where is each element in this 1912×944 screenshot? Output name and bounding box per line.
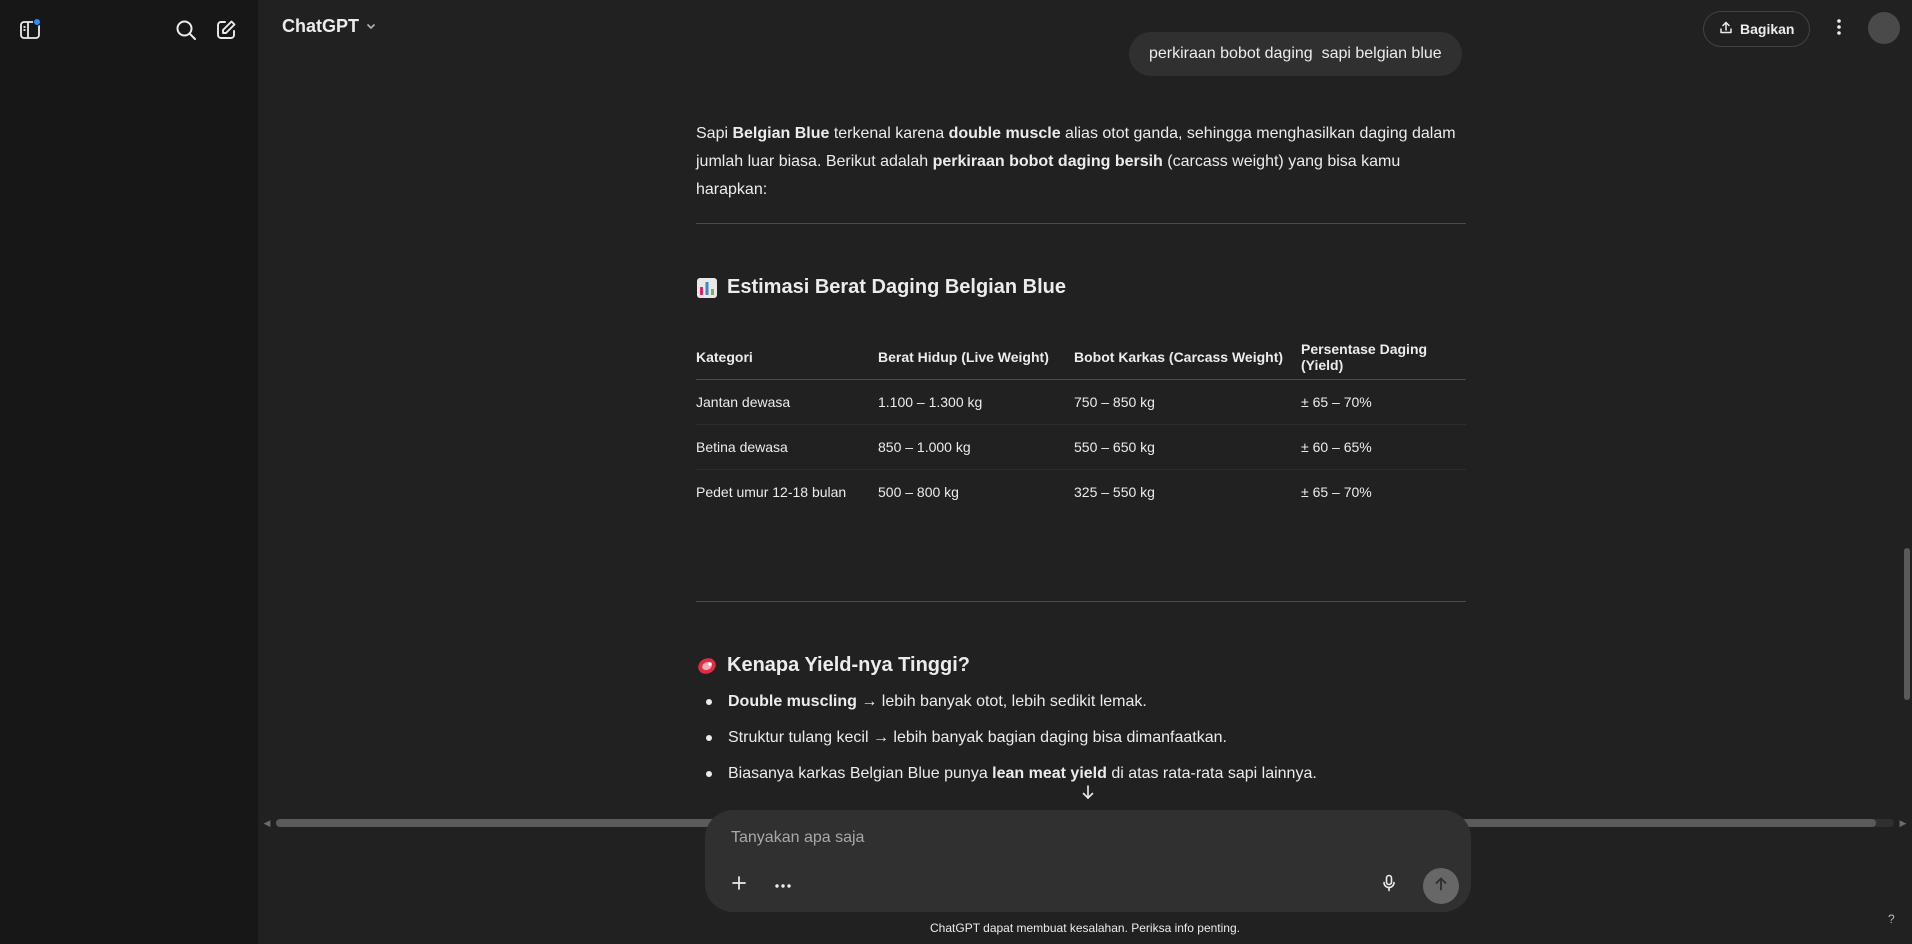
model-selector[interactable]: ChatGPT	[282, 16, 377, 37]
more-horizontal-icon	[774, 876, 792, 894]
share-label: Bagikan	[1740, 21, 1795, 37]
column-header: Bobot Karkas (Carcass Weight)	[1074, 335, 1301, 380]
disclaimer-text: ChatGPT dapat membuat kesalahan. Periksa…	[930, 921, 1240, 935]
top-header: ChatGPT Bagikan	[258, 0, 1912, 56]
table-cell: 500 – 800 kg	[878, 483, 959, 500]
table-cell: Betina dewasa	[696, 424, 878, 470]
yield-reasons-list: Double muscling → lebih banyak otot, leb…	[696, 688, 1466, 796]
table-cell: Jantan dewasa	[696, 379, 878, 425]
list-item: Struktur tulang kecil → lebih banyak bag…	[696, 724, 1466, 760]
tools-button[interactable]	[767, 869, 799, 901]
intro-bold: Belgian Blue	[732, 125, 830, 142]
prompt-input[interactable]	[731, 824, 1431, 852]
column-header: Persentase Daging (Yield)	[1301, 335, 1466, 380]
chatgpt-app: ChatGPT Bagikan perkiraan bobot daging s…	[0, 0, 1912, 944]
table-cell: Pedet umur 12-18 bulan	[696, 483, 847, 500]
bar-chart-emoji-icon	[696, 277, 718, 299]
sidebar-toggle-button[interactable]	[14, 14, 46, 46]
table-row: Betina dewasa 850 – 1.000 kg 550 – 650 k…	[696, 424, 1466, 470]
table-cell: ± 60 – 65%	[1301, 424, 1466, 470]
add-attachment-button[interactable]	[723, 869, 755, 901]
notification-dot	[33, 18, 41, 26]
search-icon	[175, 19, 197, 41]
scroll-left-arrow-icon[interactable]: ◀	[262, 818, 272, 828]
reason-bold: lean meat yield	[992, 765, 1107, 782]
new-chat-icon	[215, 19, 237, 41]
arrow-up-icon	[1433, 876, 1449, 897]
table-cell: 325 – 550 kg	[1074, 483, 1155, 500]
chevron-down-icon	[365, 16, 377, 37]
table-cell: ± 65 – 70%	[1301, 483, 1372, 500]
more-vertical-icon	[1836, 18, 1842, 41]
intro-bold: double muscle	[948, 125, 1061, 142]
assistant-intro-paragraph: Sapi Belgian Blue terkenal karena double…	[696, 120, 1466, 204]
intro-bold: perkiraan bobot daging bersih	[932, 153, 1163, 170]
list-item: Double muscling → lebih banyak otot, leb…	[696, 688, 1466, 724]
model-name: ChatGPT	[282, 16, 360, 36]
microphone-icon	[1382, 874, 1396, 897]
weight-estimate-table: Kategori Berat Hidup (Live Weight) Bobot…	[696, 335, 1466, 514]
scroll-right-arrow-icon[interactable]: ▶	[1898, 818, 1908, 828]
table-cell: 750 – 850 kg	[1074, 379, 1301, 425]
column-header: Berat Hidup (Live Weight)	[878, 335, 1074, 380]
table-cell: ± 65 – 70%	[1301, 379, 1466, 425]
sidebar	[0, 0, 258, 944]
table-cell: 850 – 1.000 kg	[878, 424, 1074, 470]
conversation-options-button[interactable]	[1824, 14, 1854, 44]
plus-icon	[731, 875, 747, 896]
user-message-bubble: perkiraan bobot daging sapi belgian blue	[1129, 32, 1462, 76]
reason-text: di atas rata-rata sapi lainnya.	[1106, 765, 1317, 782]
reason-bold: Double muscling	[728, 693, 857, 710]
help-button[interactable]: ?	[1888, 912, 1895, 926]
share-button[interactable]: Bagikan	[1703, 11, 1811, 47]
section-title: Kenapa Yield-nya Tinggi?	[727, 654, 971, 676]
intro-text: terkenal karena	[829, 125, 949, 142]
scrollbar-thumb[interactable]	[1904, 548, 1910, 700]
vertical-scrollbar[interactable]	[1902, 0, 1912, 816]
table-row: Jantan dewasa 1.100 – 1.300 kg 750 – 850…	[696, 379, 1466, 425]
column-header: Kategori	[696, 335, 878, 380]
meat-emoji-icon	[696, 655, 718, 677]
reason-text: Struktur tulang kecil → lebih banyak bag…	[728, 729, 1227, 746]
intro-text: Sapi	[696, 125, 733, 142]
user-avatar[interactable]	[1868, 12, 1900, 44]
reason-text: Biasanya karkas Belgian Blue punya	[728, 765, 993, 782]
voice-input-button[interactable]	[1373, 869, 1405, 901]
table-cell: 550 – 650 kg	[1074, 424, 1301, 470]
scroll-to-bottom-button[interactable]	[1077, 783, 1099, 805]
message-composer	[705, 810, 1471, 912]
search-chats-button[interactable]	[170, 14, 202, 46]
send-button[interactable]	[1423, 868, 1459, 904]
reason-text: → lebih banyak otot, lebih sedikit lemak…	[856, 693, 1147, 710]
table-header-row: Kategori Berat Hidup (Live Weight) Bobot…	[696, 335, 1466, 380]
new-chat-button[interactable]	[210, 14, 242, 46]
section-heading-estimate: Estimasi Berat Daging Belgian Blue	[696, 276, 1066, 299]
table-row: Pedet umur 12-18 bulan 500 – 800 kg 325 …	[696, 469, 1466, 514]
section-heading-yield: Kenapa Yield-nya Tinggi?	[696, 654, 970, 677]
divider	[696, 223, 1466, 224]
divider	[696, 601, 1466, 602]
arrow-down-icon	[1081, 784, 1095, 805]
section-title: Estimasi Berat Daging Belgian Blue	[727, 276, 1066, 298]
table-cell: 1.100 – 1.300 kg	[878, 379, 1074, 425]
share-icon	[1719, 21, 1733, 38]
